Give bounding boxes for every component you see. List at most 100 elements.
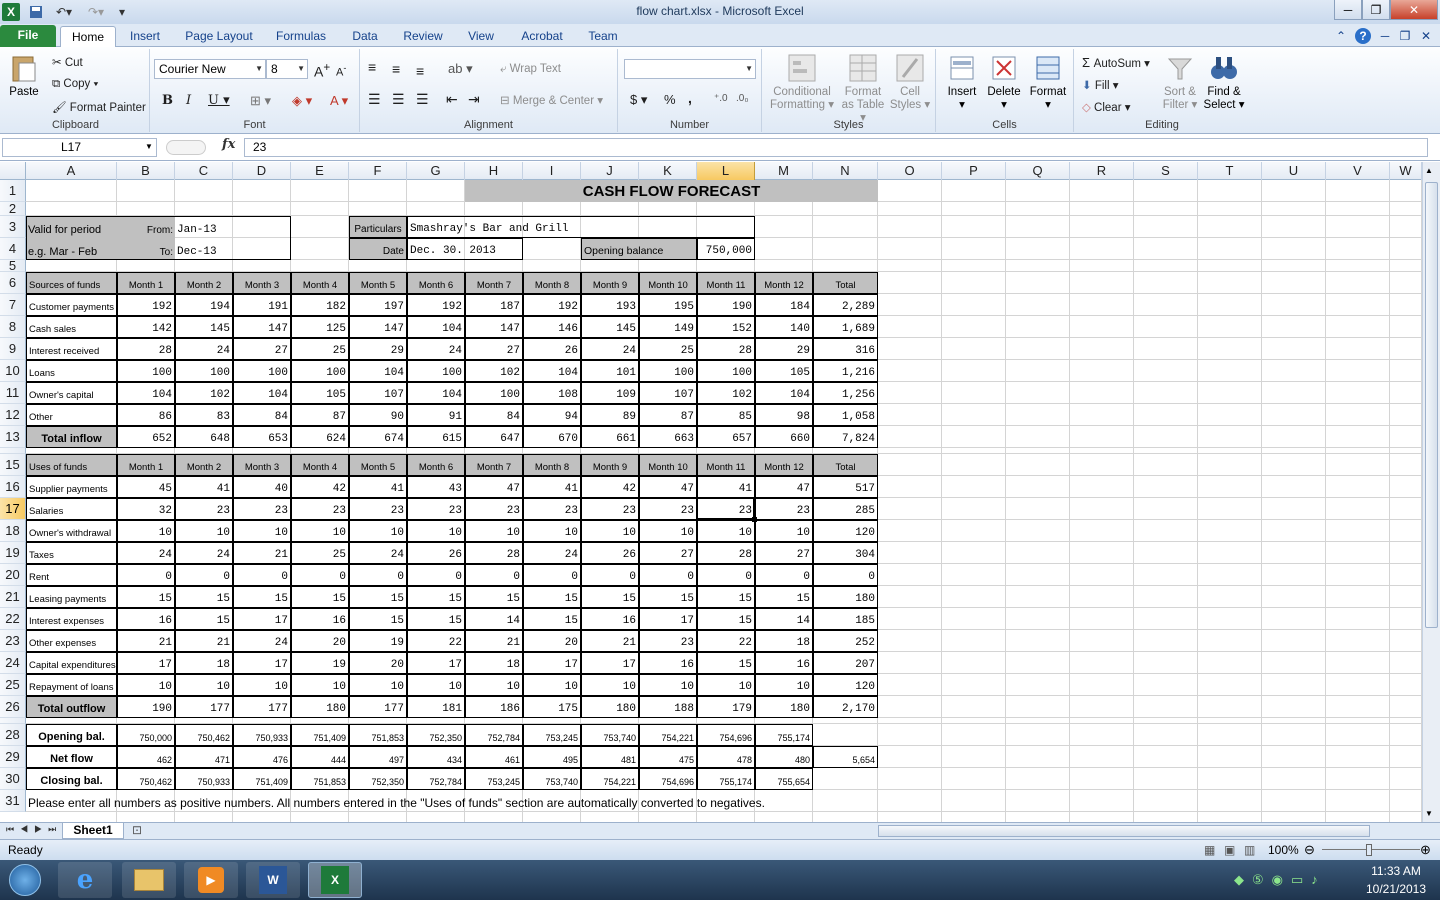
value-cell[interactable]: 16 — [755, 652, 813, 674]
value-cell[interactable]: 10 — [291, 520, 349, 542]
row-total[interactable]: 7,824 — [813, 426, 878, 448]
balance-value[interactable]: 751,853 — [291, 768, 349, 790]
scroll-thumb[interactable] — [1425, 182, 1438, 628]
value-cell[interactable]: 26 — [407, 542, 465, 564]
value-cell[interactable]: 147 — [233, 316, 291, 338]
value-cell[interactable]: 100 — [233, 360, 291, 382]
row-header-26[interactable]: 26 — [0, 696, 26, 718]
wrap-text-button[interactable]: ⤶ Wrap Text — [500, 63, 561, 76]
month-header[interactable]: Month 12 — [755, 272, 813, 294]
scroll-up-icon[interactable]: ▲ — [1425, 166, 1433, 175]
instruction-note[interactable]: Please enter all numbers as positive num… — [26, 790, 878, 812]
row-label[interactable]: Customer payments — [26, 294, 117, 316]
value-cell[interactable]: 83 — [175, 404, 233, 426]
opening-balance-label[interactable]: Opening balance — [581, 238, 697, 260]
row-header-30[interactable]: 30 — [0, 768, 26, 790]
value-cell[interactable]: 15 — [755, 586, 813, 608]
month-header[interactable]: Month 3 — [233, 454, 291, 476]
value-cell[interactable]: 10 — [581, 520, 639, 542]
row-total[interactable]: 120 — [813, 520, 878, 542]
value-cell[interactable]: 27 — [755, 542, 813, 564]
autosum-button[interactable]: Σ AutoSum ▾ — [1082, 55, 1150, 70]
balance-value[interactable]: 497 — [349, 746, 407, 768]
value-cell[interactable]: 10 — [465, 674, 523, 696]
column-header-b[interactable]: B — [117, 162, 175, 180]
row-label[interactable]: Taxes — [26, 542, 117, 564]
value-cell[interactable]: 182 — [291, 294, 349, 316]
value-cell[interactable]: 104 — [233, 382, 291, 404]
value-cell[interactable]: 28 — [697, 338, 755, 360]
balance-value[interactable]: 476 — [233, 746, 291, 768]
value-cell[interactable]: 145 — [175, 316, 233, 338]
value-cell[interactable]: 15 — [117, 586, 175, 608]
value-cell[interactable]: 146 — [523, 316, 581, 338]
value-cell[interactable]: 20 — [523, 630, 581, 652]
month-header[interactable]: Month 7 — [465, 454, 523, 476]
font-size-combo[interactable]: 8 ▼ — [266, 59, 308, 79]
column-header-r[interactable]: R — [1070, 162, 1134, 180]
number-format-combo[interactable]: ▼ — [624, 59, 756, 79]
value-cell[interactable]: 24 — [117, 542, 175, 564]
value-cell[interactable]: 175 — [523, 696, 581, 718]
value-cell[interactable]: 657 — [697, 426, 755, 448]
value-cell[interactable]: 15 — [639, 586, 697, 608]
value-cell[interactable]: 42 — [581, 476, 639, 498]
month-header[interactable]: Month 8 — [523, 454, 581, 476]
select-all-corner[interactable] — [0, 162, 26, 180]
balance-value[interactable]: 754,696 — [697, 724, 755, 746]
column-header-u[interactable]: U — [1262, 162, 1326, 180]
value-cell[interactable]: 104 — [117, 382, 175, 404]
row-header-13[interactable]: 13 — [0, 426, 26, 448]
value-cell[interactable]: 24 — [581, 338, 639, 360]
align-center-icon[interactable]: ☰ — [392, 91, 405, 108]
increase-decimal-icon[interactable]: ⁺.0 — [714, 93, 728, 104]
formula-input[interactable]: 23 — [244, 138, 1428, 157]
value-cell[interactable]: 101 — [581, 360, 639, 382]
value-cell[interactable]: 27 — [465, 338, 523, 360]
value-cell[interactable]: 192 — [407, 294, 465, 316]
value-cell[interactable]: 23 — [581, 498, 639, 520]
row-header-28[interactable]: 28 — [0, 724, 26, 746]
column-header-w[interactable]: W — [1390, 162, 1422, 180]
value-cell[interactable]: 15 — [291, 586, 349, 608]
tab-page-layout[interactable]: Page Layout — [180, 26, 258, 47]
value-cell[interactable]: 21 — [117, 630, 175, 652]
column-header-g[interactable]: G — [407, 162, 465, 180]
value-cell[interactable]: 17 — [117, 652, 175, 674]
value-cell[interactable]: 41 — [523, 476, 581, 498]
doc-restore-icon[interactable]: ❐ — [1398, 26, 1412, 47]
minimize-button[interactable]: ─ — [1334, 0, 1362, 20]
row-total[interactable]: 0 — [813, 564, 878, 586]
section-header[interactable]: Sources of funds — [26, 272, 117, 294]
minimize-ribbon-icon[interactable]: ⌃ — [1334, 26, 1348, 47]
value-cell[interactable]: 15 — [175, 608, 233, 630]
value-cell[interactable]: 140 — [755, 316, 813, 338]
value-cell[interactable]: 16 — [581, 608, 639, 630]
value-cell[interactable]: 0 — [175, 564, 233, 586]
value-cell[interactable]: 0 — [581, 564, 639, 586]
new-sheet-icon[interactable]: ⊡ — [132, 823, 142, 837]
month-header[interactable]: Month 6 — [407, 272, 465, 294]
value-cell[interactable]: 100 — [465, 382, 523, 404]
value-cell[interactable]: 28 — [117, 338, 175, 360]
balance-value[interactable]: 752,784 — [407, 768, 465, 790]
doc-close-icon[interactable]: ✕ — [1418, 26, 1434, 47]
fill-button[interactable]: ⬇ Fill ▾ — [1082, 78, 1119, 92]
balance-value[interactable]: 753,740 — [581, 724, 639, 746]
month-header[interactable]: Month 10 — [639, 454, 697, 476]
cut-button[interactable]: ✂ Cut — [52, 55, 83, 69]
row-header-3[interactable]: 3 — [0, 216, 26, 238]
month-header[interactable]: Month 12 — [755, 454, 813, 476]
value-cell[interactable]: 15 — [697, 608, 755, 630]
value-cell[interactable]: 90 — [349, 404, 407, 426]
value-cell[interactable]: 15 — [523, 586, 581, 608]
row-label[interactable]: Other expenses — [26, 630, 117, 652]
value-cell[interactable]: 17 — [581, 652, 639, 674]
value-cell[interactable]: 27 — [233, 338, 291, 360]
value-cell[interactable]: 32 — [117, 498, 175, 520]
column-header-f[interactable]: F — [349, 162, 407, 180]
value-cell[interactable]: 18 — [465, 652, 523, 674]
section-header[interactable]: Uses of funds — [26, 454, 117, 476]
value-cell[interactable]: 10 — [233, 520, 291, 542]
align-middle-icon[interactable]: ≡ — [392, 61, 400, 77]
